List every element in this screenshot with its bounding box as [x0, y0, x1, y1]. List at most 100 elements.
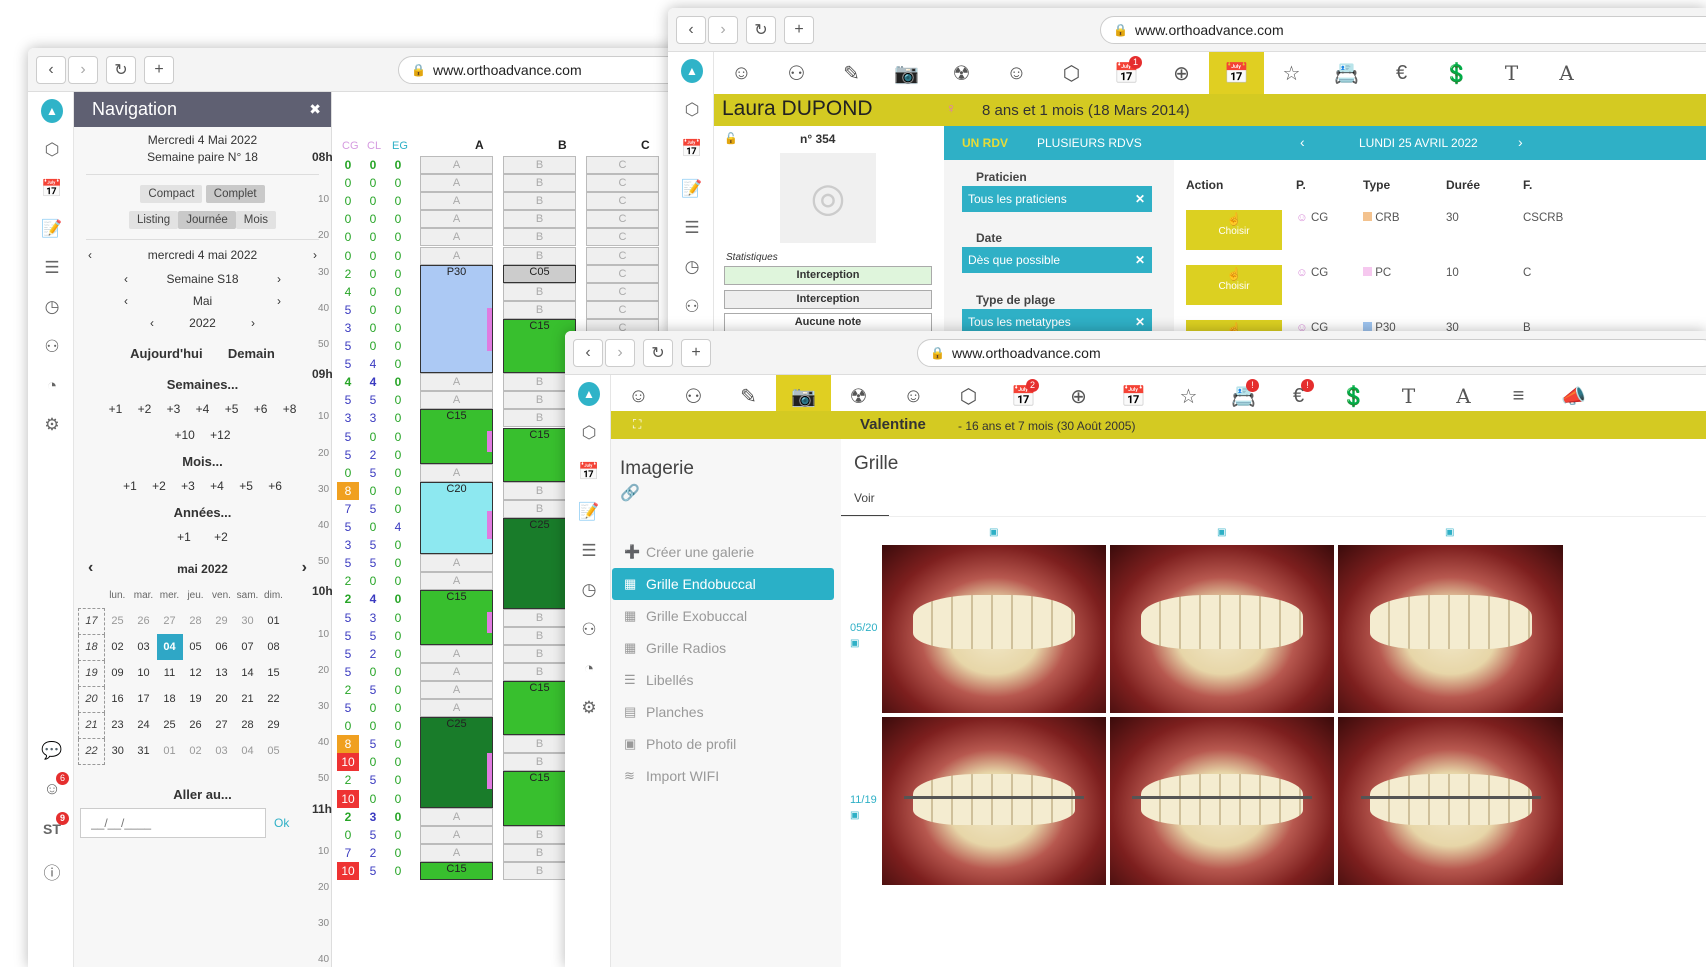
cal-day[interactable]: 28	[235, 712, 261, 738]
cal-day[interactable]: 30	[105, 738, 131, 764]
empty-slot[interactable]: A	[420, 174, 493, 193]
week-offset[interactable]: +12	[210, 428, 230, 442]
prev-week-icon[interactable]: ‹	[124, 272, 128, 286]
row-toggle-icon[interactable]: ▣	[850, 638, 859, 649]
column-toggle-icon[interactable]: ▣	[989, 527, 998, 538]
settings-icon[interactable]: ⚙	[41, 414, 63, 436]
empty-slot[interactable]: B	[503, 174, 576, 193]
appointment-block[interactable]: C05	[503, 264, 576, 283]
user-alert-icon[interactable]: ☺ 6	[41, 772, 69, 800]
address-bar[interactable]: 🔒 www.orthoadvance.com	[1100, 16, 1706, 44]
cal-day[interactable]: 31	[131, 738, 157, 764]
appointment-block[interactable]: C15	[420, 590, 493, 645]
journee-button[interactable]: Journée	[178, 211, 236, 229]
intraoral-photo[interactable]	[1110, 717, 1334, 885]
add-users-icon[interactable]: ⚇	[41, 336, 63, 358]
tab-un-rdv[interactable]: UN RDV	[962, 136, 1008, 150]
pencil-icon[interactable]: ✎	[824, 52, 879, 94]
mois-button[interactable]: Mois	[235, 211, 277, 229]
next-cal-icon[interactable]: ›	[302, 559, 307, 577]
add-appointment-icon[interactable]: ⊕	[1154, 52, 1209, 94]
intraoral-photo[interactable]	[1338, 717, 1563, 885]
appointment-block[interactable]: C20	[420, 481, 493, 555]
intraoral-photo[interactable]	[1110, 545, 1334, 713]
calendar-edit-icon[interactable]: 📝	[578, 501, 600, 523]
block-handle[interactable]	[487, 431, 492, 453]
empty-slot[interactable]: A	[420, 210, 493, 229]
app-logo-icon[interactable]: ▲	[578, 382, 600, 406]
address-bar[interactable]: 🔒 www.orthoadvance.com	[917, 339, 1706, 367]
empty-slot[interactable]: A	[420, 644, 493, 663]
intraoral-photo[interactable]	[1338, 545, 1563, 713]
cal-day[interactable]: 04	[156, 634, 183, 660]
cal-day[interactable]: 30	[235, 608, 261, 634]
cal-day[interactable]: 07	[235, 634, 261, 660]
tab-plusieurs-rdvs[interactable]: PLUSIEURS RDVS	[1037, 136, 1142, 150]
empty-slot[interactable]: C	[586, 192, 659, 211]
tab-voir[interactable]: Voir	[854, 491, 875, 505]
text-icon[interactable]: T	[1484, 52, 1539, 94]
cal-day[interactable]: 25	[105, 608, 131, 634]
empty-slot[interactable]: B	[503, 300, 576, 319]
prev-day-icon[interactable]: ‹	[88, 248, 92, 262]
cal-day[interactable]: 21	[235, 686, 261, 712]
forward-icon[interactable]: ›	[68, 56, 98, 84]
empty-slot[interactable]: A	[420, 843, 493, 862]
back-icon[interactable]: ‹	[573, 339, 603, 367]
cal-day[interactable]: 22	[261, 686, 287, 712]
weeks-row-2[interactable]: +10 +12	[74, 428, 331, 442]
month-offset[interactable]: +6	[268, 479, 282, 493]
empty-slot[interactable]: A	[420, 391, 493, 410]
cal-day[interactable]: 29	[261, 712, 287, 738]
praticien-filter[interactable]: Tous les praticiens ✕	[962, 186, 1152, 212]
column-toggle-icon[interactable]: ▣	[1217, 527, 1226, 538]
euro-icon[interactable]: €	[1374, 52, 1429, 94]
cal-day[interactable]: 28	[183, 608, 209, 634]
cal-day[interactable]: 03	[209, 738, 235, 764]
forward-icon[interactable]: ›	[605, 339, 635, 367]
next-year-icon[interactable]: ›	[251, 316, 255, 330]
add-users-icon[interactable]: ⚇	[681, 296, 703, 318]
prev-month-icon[interactable]: ‹	[124, 294, 128, 308]
empty-slot[interactable]: C	[586, 228, 659, 247]
cal-day[interactable]: 18	[157, 686, 183, 712]
empty-slot[interactable]: A	[420, 699, 493, 718]
star-calendar-icon[interactable]: ☆	[1264, 52, 1319, 94]
cal-day[interactable]: 02	[183, 738, 209, 764]
month-offset[interactable]: +3	[181, 479, 195, 493]
empty-slot[interactable]: C	[586, 174, 659, 193]
new-tab-icon[interactable]: +	[784, 16, 814, 44]
cal-day[interactable]: 20	[209, 686, 235, 712]
address-bar[interactable]: 🔒 www.orthoadvance.com	[398, 56, 708, 84]
empty-slot[interactable]: A	[420, 680, 493, 699]
calendar-icon[interactable]: 📅	[41, 178, 63, 200]
cal-day[interactable]: 13	[209, 660, 235, 686]
menu-item[interactable]: ▦ Grille Radios	[612, 632, 834, 664]
empty-slot[interactable]: B	[503, 228, 576, 247]
list-icon[interactable]: ☰	[41, 257, 63, 279]
cal-day[interactable]: 01	[261, 608, 287, 634]
forward-icon[interactable]: ›	[708, 16, 738, 44]
dashboard-icon[interactable]: ◔	[578, 658, 600, 680]
cal-day[interactable]: 19	[183, 686, 209, 712]
empty-slot[interactable]: B	[503, 246, 576, 265]
empty-slot[interactable]: C	[586, 210, 659, 229]
calendar-active-icon[interactable]: 📅	[1209, 52, 1264, 94]
empty-slot[interactable]: B	[503, 192, 576, 211]
choose-button[interactable]: ☝Choisir	[1186, 210, 1282, 250]
intraoral-photo[interactable]	[882, 717, 1106, 885]
years-row[interactable]: +1 +2	[74, 530, 331, 544]
next-month-icon[interactable]: ›	[277, 294, 281, 308]
cal-week-number[interactable]: 17	[78, 607, 105, 635]
listing-button[interactable]: Listing	[128, 211, 179, 229]
empty-slot[interactable]: A	[420, 228, 493, 247]
date-filter[interactable]: Dès que possible ✕	[962, 247, 1152, 273]
empty-slot[interactable]: A	[420, 554, 493, 573]
month-offset[interactable]: +5	[239, 479, 253, 493]
cal-week-number[interactable]: 22	[78, 737, 105, 765]
smile-icon[interactable]: ☺	[989, 52, 1044, 94]
week-offset[interactable]: +3	[167, 402, 181, 416]
cal-day[interactable]: 12	[183, 660, 209, 686]
info-icon[interactable]: ⓘ	[41, 860, 63, 883]
radiation-icon[interactable]: ☢	[934, 52, 989, 94]
